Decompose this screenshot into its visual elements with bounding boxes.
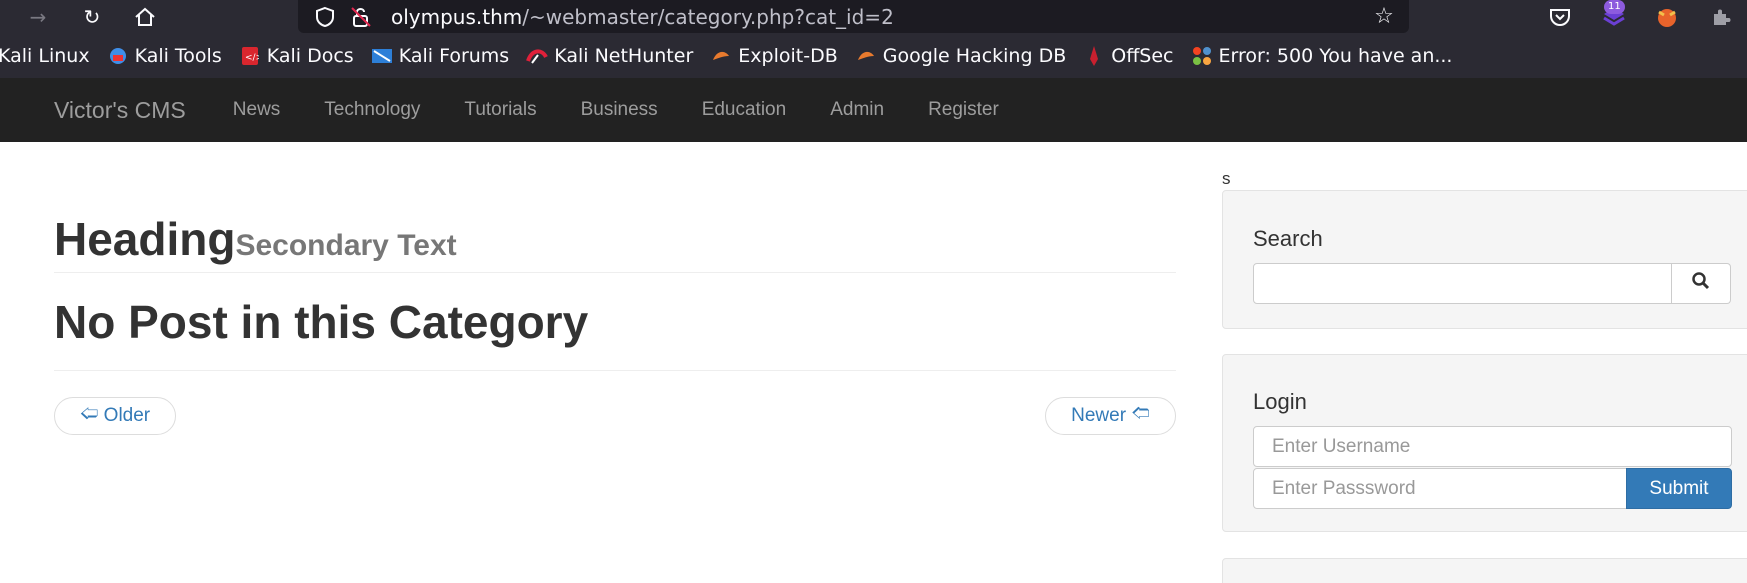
search-icon	[1691, 271, 1711, 296]
reload-icon[interactable]: ↻	[72, 0, 112, 33]
joomla-icon	[1191, 45, 1213, 67]
bookmark-label: Google Hacking DB	[882, 44, 1067, 67]
bookmark-kali-docs[interactable]: </> Kali Docs	[239, 45, 354, 67]
bookmark-error-500[interactable]: Error: 500 You have an...	[1191, 44, 1453, 67]
offsec-icon	[1083, 45, 1105, 67]
older-label: Older	[103, 405, 151, 426]
bookmark-label: Kali Docs	[266, 44, 354, 67]
exploit-db-icon	[710, 45, 732, 67]
search-title: Search	[1253, 226, 1323, 251]
bookmark-star-icon[interactable]: ☆	[1367, 0, 1401, 33]
kali-forums-icon	[371, 45, 393, 67]
extensions-puzzle-icon[interactable]	[1704, 0, 1738, 33]
nav-business[interactable]: Business	[559, 99, 680, 121]
foxyproxy-icon[interactable]	[1650, 0, 1684, 33]
submit-button[interactable]: Submit	[1626, 468, 1732, 509]
bookmark-label: Kali Linux	[0, 44, 90, 67]
url-host: olympus.thm	[391, 5, 523, 29]
bookmark-google-hacking-db[interactable]: Google Hacking DB	[855, 44, 1067, 67]
heading-text: Heading	[54, 213, 236, 265]
older-button[interactable]: 🢠 Older	[54, 397, 176, 435]
bookmark-kali-forums[interactable]: Kali Forums	[371, 44, 510, 67]
ghdb-icon	[855, 45, 877, 67]
url-text[interactable]: olympus.thm/~webmaster/category.php?cat_…	[391, 5, 894, 29]
site-navbar: Victor's CMS News Technology Tutorials B…	[0, 78, 1747, 142]
bookmark-kali-nethunter[interactable]: Kali NetHunter	[526, 45, 693, 67]
newer-label: Newer	[1071, 405, 1127, 426]
url-bar[interactable]: olympus.thm/~webmaster/category.php?cat_…	[298, 0, 1409, 33]
arrow-right-icon: 🢢	[1131, 403, 1150, 424]
shield-icon[interactable]	[308, 0, 342, 33]
bookmark-label: Kali Forums	[398, 44, 510, 67]
sidebar-widget	[1222, 558, 1747, 583]
search-button[interactable]	[1672, 263, 1731, 304]
arrow-left-icon: 🢠	[79, 403, 99, 424]
divider	[54, 370, 1176, 371]
extension-badge: 11	[1604, 0, 1625, 14]
nav-admin[interactable]: Admin	[808, 99, 906, 121]
page-heading: HeadingSecondary Text	[54, 212, 457, 266]
kali-docs-icon: </>	[239, 45, 261, 67]
bookmark-label: Kali NetHunter	[554, 44, 694, 67]
divider	[54, 272, 1176, 273]
brand-link[interactable]: Victor's CMS	[54, 97, 186, 124]
nav-technology[interactable]: Technology	[302, 99, 442, 121]
nethunter-icon	[526, 45, 549, 67]
bookmark-label: Exploit-DB	[738, 44, 838, 67]
newer-button[interactable]: Newer 🢢	[1045, 397, 1176, 435]
bookmark-kali-tools[interactable]: Kali Tools	[107, 45, 222, 67]
login-widget: Login Enter Username Enter Passsword Sub…	[1222, 354, 1747, 532]
password-field[interactable]: Enter Passsword	[1253, 468, 1627, 509]
bookmark-label: Error: 500 You have an...	[1218, 44, 1453, 67]
kali-tools-icon	[107, 45, 129, 67]
bookmark-label: Kali Tools	[134, 44, 222, 67]
bookmark-label: OffSec	[1111, 44, 1174, 67]
pocket-icon[interactable]	[1543, 0, 1577, 33]
svg-text:</>: </>	[245, 53, 259, 63]
home-icon[interactable]	[125, 0, 165, 33]
no-post-message: No Post in this Category	[54, 296, 589, 348]
bookmarks-bar: Kali Linux Kali Tools </> Kali Docs Kali…	[0, 33, 1747, 78]
bookmark-offsec[interactable]: OffSec	[1083, 44, 1174, 67]
bookmark-kali-linux[interactable]: Kali Linux	[0, 45, 90, 67]
search-input[interactable]	[1253, 263, 1672, 304]
stray-text: s	[1222, 169, 1231, 188]
insecure-lock-icon[interactable]	[344, 0, 378, 33]
url-path: /~webmaster/category.php?cat_id=2	[522, 5, 894, 29]
nav-tutorials[interactable]: Tutorials	[442, 99, 558, 121]
username-field[interactable]: Enter Username	[1253, 426, 1732, 467]
heading-secondary: Secondary Text	[235, 229, 457, 262]
bookmark-exploit-db[interactable]: Exploit-DB	[710, 44, 838, 67]
nav-education[interactable]: Education	[680, 99, 809, 121]
forward-icon[interactable]: →	[18, 0, 58, 33]
login-title: Login	[1253, 389, 1307, 414]
search-widget: Search	[1222, 190, 1747, 329]
nav-register[interactable]: Register	[906, 99, 1021, 121]
browser-toolbar: → ↻ olympus.thm/~webmaster/category.php?…	[0, 0, 1747, 33]
nav-news[interactable]: News	[211, 99, 303, 121]
